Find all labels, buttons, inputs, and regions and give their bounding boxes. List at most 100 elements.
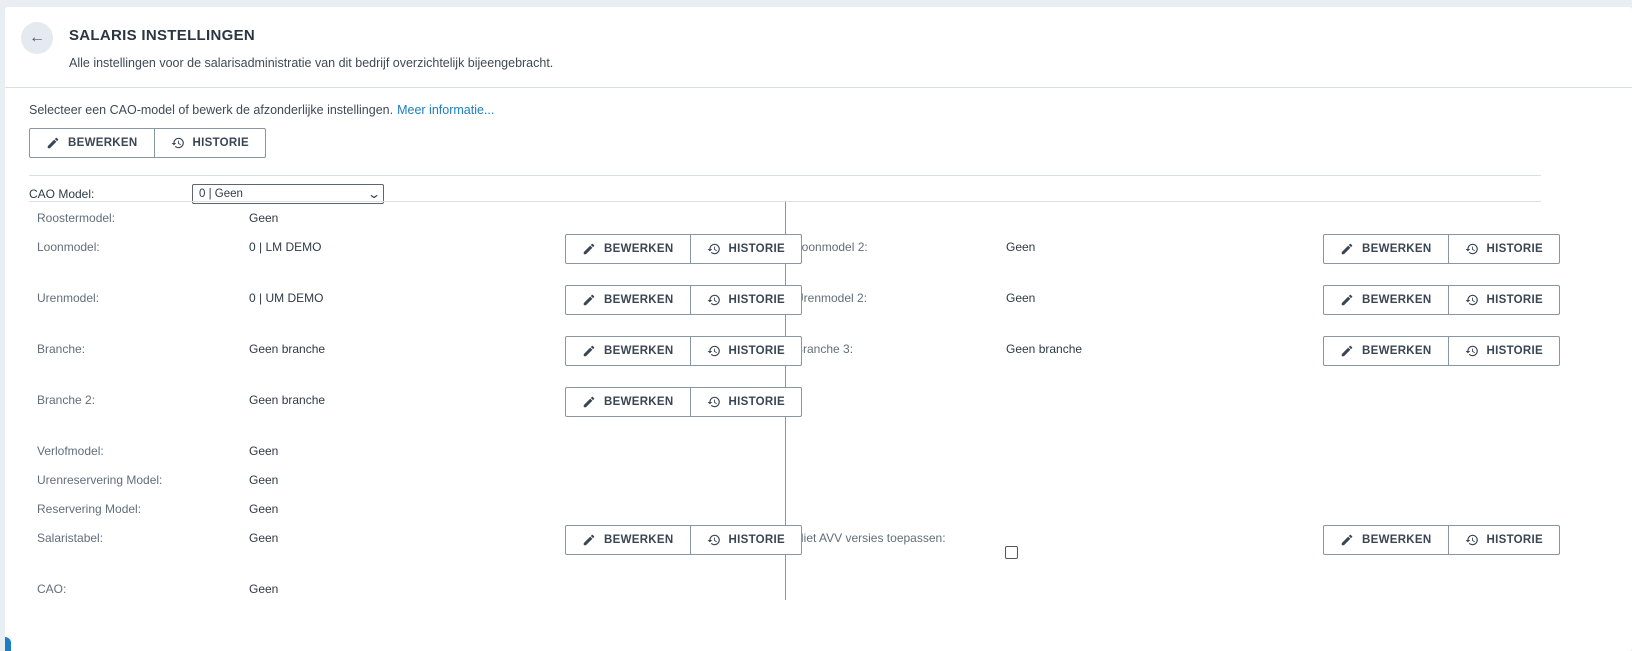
edit-button-label: BEWERKEN [1362, 294, 1432, 306]
history-button[interactable]: HISTORIE [689, 337, 802, 365]
pencil-icon [583, 294, 595, 306]
history-button-label: HISTORIE [1486, 294, 1544, 306]
history-button[interactable]: HISTORIE [1447, 235, 1560, 263]
pencil-icon [583, 345, 595, 357]
intro-text: Selecteer een CAO-model of bewerk de afz… [29, 103, 494, 117]
row-label-branche-2: Branche 2: [37, 393, 96, 407]
niet-avv-button-group: BEWERKEN HISTORIE [1323, 525, 1561, 555]
history-button[interactable]: HISTORIE [1447, 286, 1560, 314]
row-value-loonmodel: 0 | LM DEMO [249, 240, 322, 254]
pencil-icon [1341, 534, 1353, 546]
edit-button[interactable]: BEWERKEN [1324, 235, 1448, 263]
row-label-roostermodel: Roostermodel: [37, 211, 116, 225]
page-header: ← SALARIS INSTELLINGEN Alle instellingen… [5, 7, 1632, 88]
row-label-loonmodel-2: Loonmodel 2: [795, 240, 868, 254]
pencil-icon [583, 396, 595, 408]
chevron-down-icon: ⌄ [366, 187, 382, 201]
cao-model-selected: 0 | Geen [199, 188, 243, 200]
edit-button[interactable]: BEWERKEN [1324, 526, 1448, 554]
row-label-verlofmodel: Verlofmodel: [37, 444, 104, 458]
niet-avv-checkbox[interactable] [1005, 546, 1018, 559]
row-label-urenmodel-2: Urenmodel 2: [795, 291, 868, 305]
history-button[interactable]: HISTORIE [689, 526, 802, 554]
edit-button[interactable]: BEWERKEN [30, 129, 154, 157]
history-button[interactable]: HISTORIE [689, 286, 802, 314]
loonmodel-2-button-group: BEWERKEN HISTORIE [1323, 234, 1561, 264]
history-icon [1465, 345, 1478, 357]
history-icon [707, 345, 720, 357]
settings-card: ← SALARIS INSTELLINGEN Alle instellingen… [5, 7, 1632, 651]
branche-2-button-group: BEWERKEN HISTORIE [565, 387, 803, 417]
page-title: SALARIS INSTELLINGEN [69, 27, 256, 44]
history-button[interactable]: HISTORIE [1447, 337, 1560, 365]
pencil-icon [47, 137, 59, 149]
row-value-urenreservering: Geen [249, 473, 279, 487]
urenmodel-2-button-group: BEWERKEN HISTORIE [1323, 285, 1561, 315]
history-button-label: HISTORIE [192, 137, 250, 149]
history-button-label: HISTORIE [728, 294, 786, 306]
pencil-icon [583, 534, 595, 546]
more-info-link[interactable]: Meer informatie... [397, 103, 494, 117]
history-button-label: HISTORIE [1486, 345, 1544, 357]
history-icon [1465, 243, 1478, 255]
history-button[interactable]: HISTORIE [689, 235, 802, 263]
history-button-label: HISTORIE [728, 243, 786, 255]
edit-button-label: BEWERKEN [1362, 345, 1432, 357]
row-label-loonmodel: Loonmodel: [37, 240, 100, 254]
row-value-roostermodel: Geen [249, 211, 279, 225]
edit-button[interactable]: BEWERKEN [566, 526, 690, 554]
salaristabel-button-group: BEWERKEN HISTORIE [565, 525, 803, 555]
row-value-cao: Geen [249, 582, 279, 596]
row-label-niet-avv: Niet AVV versies toepassen: [795, 531, 946, 545]
row-value-branche-3: Geen branche [1006, 342, 1083, 356]
row-value-branche-2: Geen branche [249, 393, 326, 407]
divider-top [29, 175, 1541, 176]
history-button-label: HISTORIE [1486, 534, 1544, 546]
edit-button[interactable]: BEWERKEN [566, 337, 690, 365]
row-label-urenreservering: Urenreservering Model: [37, 473, 163, 487]
edit-button-label: BEWERKEN [604, 243, 674, 255]
row-value-branche: Geen branche [249, 342, 326, 356]
pencil-icon [1341, 345, 1353, 357]
page-subtitle: Alle instellingen voor de salarisadminis… [69, 56, 554, 70]
edit-button[interactable]: BEWERKEN [566, 388, 690, 416]
history-icon [171, 137, 184, 149]
history-icon [707, 243, 720, 255]
row-label-reservering: Reservering Model: [37, 502, 142, 516]
pencil-icon [583, 243, 595, 255]
edit-button-label: BEWERKEN [604, 534, 674, 546]
history-icon [1465, 294, 1478, 306]
history-button[interactable]: HISTORIE [153, 129, 266, 157]
history-icon [707, 294, 720, 306]
edit-button-label: BEWERKEN [1362, 243, 1432, 255]
urenmodel-button-group: BEWERKEN HISTORIE [565, 285, 803, 315]
pencil-icon [1341, 294, 1353, 306]
cao-button-group: BEWERKEN HISTORIE [29, 128, 267, 158]
row-value-reservering: Geen [249, 502, 279, 516]
row-label-salaristabel: Salaristabel: [37, 531, 104, 545]
edit-button[interactable]: BEWERKEN [566, 235, 690, 263]
loonmodel-button-group: BEWERKEN HISTORIE [565, 234, 803, 264]
history-icon [707, 534, 720, 546]
history-icon [1465, 534, 1478, 546]
history-button[interactable]: HISTORIE [1447, 526, 1560, 554]
cao-model-label: CAO Model: [29, 187, 95, 201]
branche-3-button-group: BEWERKEN HISTORIE [1323, 336, 1561, 366]
history-button[interactable]: HISTORIE [689, 388, 802, 416]
corner-accent [5, 637, 11, 651]
back-button[interactable]: ← [21, 22, 53, 54]
edit-button-label: BEWERKEN [604, 396, 674, 408]
row-label-urenmodel: Urenmodel: [37, 291, 100, 305]
pencil-icon [1341, 243, 1353, 255]
edit-button[interactable]: BEWERKEN [1324, 337, 1448, 365]
history-button-label: HISTORIE [1486, 243, 1544, 255]
history-icon [707, 396, 720, 408]
arrow-left-icon: ← [29, 29, 45, 46]
history-button-label: HISTORIE [728, 534, 786, 546]
row-label-cao: CAO: [37, 582, 67, 596]
edit-button[interactable]: BEWERKEN [1324, 286, 1448, 314]
row-value-urenmodel-2: Geen [1006, 291, 1036, 305]
intro-label: Selecteer een CAO-model of bewerk de afz… [29, 103, 394, 117]
edit-button[interactable]: BEWERKEN [566, 286, 690, 314]
history-button-label: HISTORIE [728, 396, 786, 408]
